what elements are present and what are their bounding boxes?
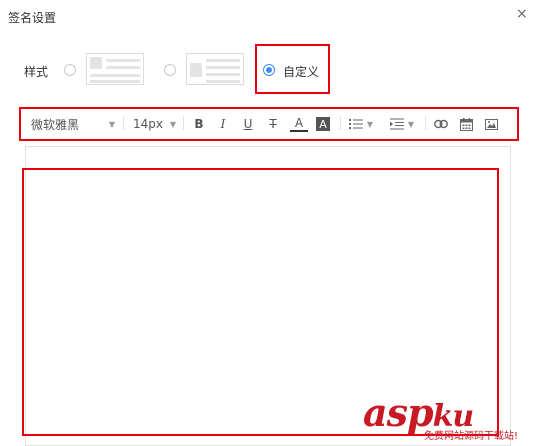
font-family-select[interactable]: 微软雅黑 ▼ xyxy=(31,113,115,135)
underline-button[interactable]: U xyxy=(239,115,257,133)
link-icon xyxy=(434,119,448,129)
font-size-value: 14px xyxy=(133,117,163,131)
toolbar-separator xyxy=(340,116,341,130)
background-color-button[interactable]: A xyxy=(316,117,330,131)
bold-icon: B xyxy=(194,117,204,131)
link-button[interactable] xyxy=(432,115,450,133)
chevron-down-icon: ▼ xyxy=(108,119,115,129)
calendar-icon xyxy=(459,117,473,131)
toolbar-separator xyxy=(425,116,426,130)
style-custom-label[interactable]: 自定义 xyxy=(283,63,319,80)
dialog-title: 签名设置 xyxy=(8,11,57,25)
image-button[interactable] xyxy=(482,115,500,133)
underline-icon: U xyxy=(243,117,253,131)
background-color-icon: A xyxy=(319,117,327,131)
strikethrough-icon: T xyxy=(269,117,277,131)
style-thumb-image-left[interactable] xyxy=(86,53,144,85)
style-thumb-image-right[interactable] xyxy=(186,53,244,85)
strikethrough-button[interactable]: T xyxy=(264,115,282,133)
close-icon[interactable]: × xyxy=(516,6,528,22)
font-color-icon: A xyxy=(294,115,304,130)
font-color-button[interactable]: A xyxy=(290,115,308,132)
chevron-down-icon: ▼ xyxy=(169,119,176,129)
list-icon xyxy=(348,119,363,129)
indent-button[interactable]: ▼ xyxy=(387,115,417,133)
style-label: 样式 xyxy=(24,65,49,79)
italic-icon: I xyxy=(220,117,226,131)
toolbar-separator xyxy=(123,116,124,130)
bold-button[interactable]: B xyxy=(190,115,208,133)
chevron-down-icon: ▼ xyxy=(407,119,415,129)
indent-icon xyxy=(389,118,404,130)
italic-button[interactable]: I xyxy=(214,115,232,133)
style-radio-custom[interactable] xyxy=(263,64,275,76)
calendar-button[interactable] xyxy=(457,115,475,133)
chevron-down-icon: ▼ xyxy=(366,119,374,129)
watermark-caption: 免费网站源码下载站! xyxy=(424,431,519,442)
style-radio-image-right[interactable] xyxy=(164,64,176,76)
list-button[interactable]: ▼ xyxy=(347,115,375,133)
watermark-text: asp xyxy=(363,390,434,435)
image-icon xyxy=(484,118,498,130)
style-radio-image-left[interactable] xyxy=(64,64,76,76)
toolbar-separator xyxy=(183,116,184,130)
font-family-value: 微软雅黑 xyxy=(31,117,80,132)
font-size-select[interactable]: 14px ▼ xyxy=(133,113,176,135)
